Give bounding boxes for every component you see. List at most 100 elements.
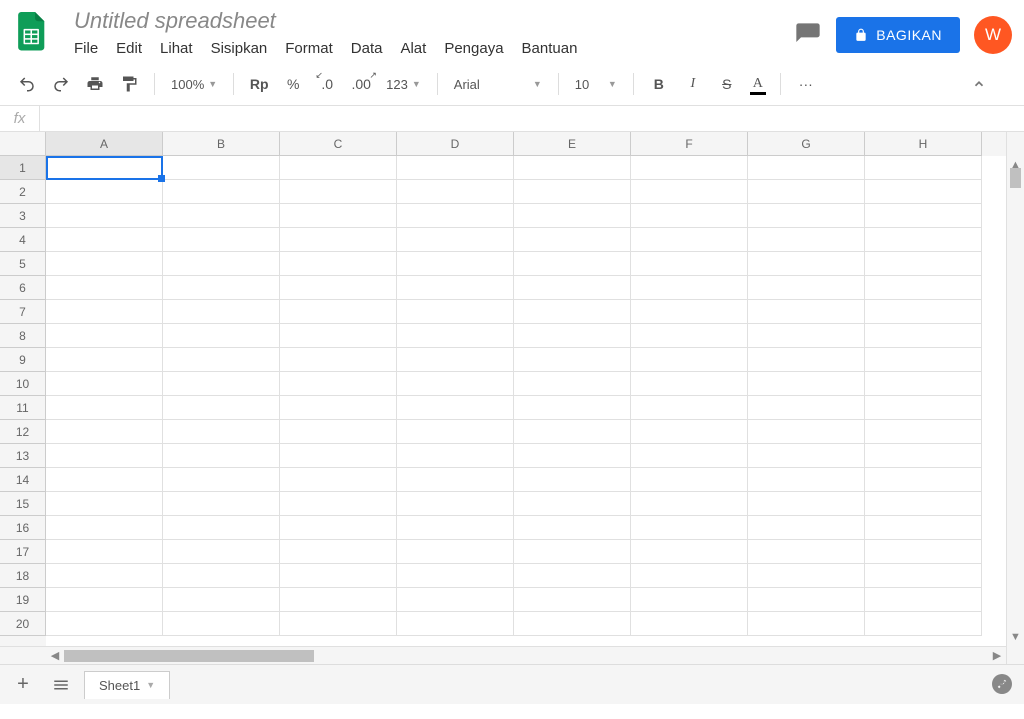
cell[interactable] xyxy=(748,540,865,564)
cell[interactable] xyxy=(514,180,631,204)
sheets-logo-icon[interactable] xyxy=(12,12,52,52)
cell[interactable] xyxy=(280,348,397,372)
cell[interactable] xyxy=(865,540,982,564)
cell[interactable] xyxy=(514,564,631,588)
comments-icon[interactable] xyxy=(794,21,822,49)
cell[interactable] xyxy=(46,564,163,588)
row-header-15[interactable]: 15 xyxy=(0,492,46,516)
row-header-10[interactable]: 10 xyxy=(0,372,46,396)
cell[interactable] xyxy=(865,588,982,612)
cell[interactable] xyxy=(865,252,982,276)
row-header-5[interactable]: 5 xyxy=(0,252,46,276)
cell[interactable] xyxy=(748,324,865,348)
cell[interactable] xyxy=(631,444,748,468)
cell[interactable] xyxy=(280,180,397,204)
all-sheets-button[interactable] xyxy=(46,670,76,700)
column-header-E[interactable]: E xyxy=(514,132,631,156)
cell[interactable] xyxy=(865,276,982,300)
cell[interactable] xyxy=(280,444,397,468)
cell[interactable] xyxy=(163,180,280,204)
cell[interactable] xyxy=(748,300,865,324)
cell[interactable] xyxy=(631,324,748,348)
menu-view[interactable]: Lihat xyxy=(160,40,193,57)
menu-file[interactable]: File xyxy=(74,40,98,57)
cell[interactable] xyxy=(514,444,631,468)
cell[interactable] xyxy=(631,396,748,420)
cell[interactable] xyxy=(163,492,280,516)
percent-button[interactable]: % xyxy=(278,69,308,99)
cell[interactable] xyxy=(163,204,280,228)
cell[interactable] xyxy=(280,396,397,420)
cell[interactable] xyxy=(46,492,163,516)
cell[interactable] xyxy=(865,156,982,180)
cell[interactable] xyxy=(748,516,865,540)
row-header-11[interactable]: 11 xyxy=(0,396,46,420)
strikethrough-button[interactable]: S xyxy=(712,69,742,99)
cell[interactable] xyxy=(514,396,631,420)
cell[interactable] xyxy=(46,204,163,228)
share-button[interactable]: BAGIKAN xyxy=(836,17,960,53)
cell[interactable] xyxy=(397,516,514,540)
cell[interactable] xyxy=(748,276,865,300)
cell[interactable] xyxy=(631,540,748,564)
cell[interactable] xyxy=(631,180,748,204)
cell[interactable] xyxy=(163,468,280,492)
cell[interactable] xyxy=(46,516,163,540)
column-header-A[interactable]: A xyxy=(46,132,163,156)
cell[interactable] xyxy=(865,372,982,396)
cell[interactable] xyxy=(46,420,163,444)
cell[interactable] xyxy=(280,516,397,540)
row-header-8[interactable]: 8 xyxy=(0,324,46,348)
row-header-17[interactable]: 17 xyxy=(0,540,46,564)
cell[interactable] xyxy=(514,348,631,372)
row-header-2[interactable]: 2 xyxy=(0,180,46,204)
formula-input[interactable] xyxy=(40,106,1024,131)
row-header-12[interactable]: 12 xyxy=(0,420,46,444)
number-format-dropdown[interactable]: 123▼ xyxy=(380,77,427,92)
cell[interactable] xyxy=(514,468,631,492)
cell[interactable] xyxy=(514,372,631,396)
row-header-18[interactable]: 18 xyxy=(0,564,46,588)
cell[interactable] xyxy=(865,228,982,252)
cell[interactable] xyxy=(748,252,865,276)
cell[interactable] xyxy=(280,252,397,276)
cell[interactable] xyxy=(163,372,280,396)
cell[interactable] xyxy=(514,420,631,444)
cell[interactable] xyxy=(865,444,982,468)
cell[interactable] xyxy=(163,588,280,612)
document-title[interactable]: Untitled spreadsheet xyxy=(72,8,794,34)
cell[interactable] xyxy=(280,300,397,324)
cell[interactable] xyxy=(163,156,280,180)
cell[interactable] xyxy=(748,180,865,204)
cell[interactable] xyxy=(397,468,514,492)
account-avatar[interactable]: W xyxy=(974,16,1012,54)
cell[interactable] xyxy=(397,564,514,588)
currency-button[interactable]: Rp xyxy=(244,69,274,99)
cell[interactable] xyxy=(46,444,163,468)
menu-help[interactable]: Bantuan xyxy=(522,40,578,57)
cell[interactable] xyxy=(514,516,631,540)
cell[interactable] xyxy=(748,348,865,372)
cell[interactable] xyxy=(397,372,514,396)
paint-format-button[interactable] xyxy=(114,69,144,99)
cell[interactable] xyxy=(631,468,748,492)
cell[interactable] xyxy=(514,204,631,228)
select-all-corner[interactable] xyxy=(0,132,46,156)
cell[interactable] xyxy=(631,492,748,516)
cell[interactable] xyxy=(514,300,631,324)
cell[interactable] xyxy=(748,228,865,252)
cell[interactable] xyxy=(865,204,982,228)
cell[interactable] xyxy=(397,324,514,348)
cell[interactable] xyxy=(514,276,631,300)
cell[interactable] xyxy=(46,276,163,300)
row-header-16[interactable]: 16 xyxy=(0,516,46,540)
cell[interactable] xyxy=(280,204,397,228)
menu-addons[interactable]: Pengaya xyxy=(444,40,503,57)
cell[interactable] xyxy=(280,540,397,564)
cell[interactable] xyxy=(163,540,280,564)
cell[interactable] xyxy=(631,204,748,228)
more-tools-button[interactable]: ··· xyxy=(791,69,821,99)
cell[interactable] xyxy=(46,588,163,612)
cell[interactable] xyxy=(280,372,397,396)
cell[interactable] xyxy=(631,372,748,396)
